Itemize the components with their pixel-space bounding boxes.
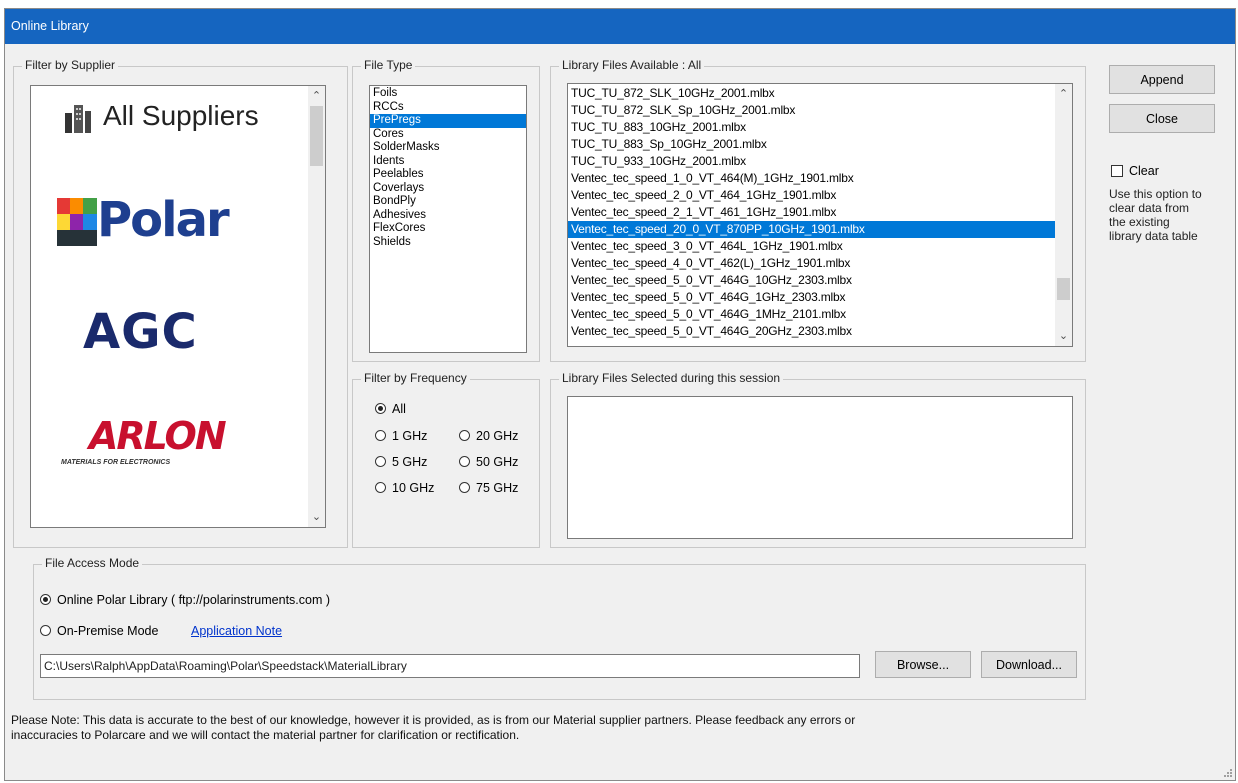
scroll-down-icon[interactable]: ⌄ [1055, 329, 1072, 343]
access-mode-group: File Access Mode Online Polar Library ( … [33, 556, 1086, 700]
supplier-group: Filter by Supplier All Suppliers Polar A… [13, 58, 348, 548]
download-button[interactable]: Download... [981, 651, 1077, 678]
file-type-item[interactable]: Coverlays [370, 182, 526, 196]
radio-icon [459, 430, 470, 441]
freq-option-all[interactable]: All [375, 402, 406, 416]
library-file-item[interactable]: TUC_TU_883_10GHz_2001.mlbx [568, 119, 1055, 136]
radio-icon [375, 430, 386, 441]
note-line: Please Note: This data is accurate to th… [11, 713, 856, 727]
library-path-input[interactable] [40, 654, 860, 678]
library-file-item[interactable]: Ventec_tec_speed_5_0_VT_464G_1MHz_2101.m… [568, 306, 1055, 323]
freq-option-10ghz[interactable]: 10 GHz [375, 481, 434, 495]
library-file-item[interactable]: Ventec_tec_speed_2_0_VT_464_1GHz_1901.ml… [568, 187, 1055, 204]
library-file-item[interactable]: Ventec_tec_speed_4_0_VT_462(L)_1GHz_1901… [568, 255, 1055, 272]
supplier-name: ARLON [89, 414, 227, 458]
clear-checkbox[interactable]: Clear [1111, 164, 1159, 178]
application-note-link[interactable]: Application Note [191, 624, 282, 638]
freq-option-20ghz[interactable]: 20 GHz [459, 429, 518, 443]
supplier-tagline: MATERIALS FOR ELECTRONICS [61, 459, 171, 466]
selected-files-list[interactable] [567, 396, 1073, 539]
library-file-item[interactable]: Ventec_tec_speed_20_0_VT_870PP_10GHz_190… [568, 221, 1055, 238]
file-type-list[interactable]: Foils RCCs PrePregs Cores SolderMasks Id… [369, 85, 527, 353]
append-button[interactable]: Append [1109, 65, 1215, 94]
file-type-item[interactable]: FlexCores [370, 222, 526, 236]
frequency-group: Filter by Frequency All 1 GHz 20 GHz 5 G… [352, 371, 540, 548]
clear-help-line: the existing [1109, 215, 1170, 229]
file-type-item[interactable]: SolderMasks [370, 141, 526, 155]
file-type-item[interactable]: Idents [370, 155, 526, 169]
library-file-item[interactable]: Ventec_tec_speed_1_0_VT_464(M)_1GHz_1901… [568, 170, 1055, 187]
resize-grip-icon[interactable] [1221, 766, 1233, 778]
freq-option-50ghz[interactable]: 50 GHz [459, 455, 518, 469]
file-type-item[interactable]: RCCs [370, 101, 526, 115]
library-file-item[interactable]: TUC_TU_872_SLK_10GHz_2001.mlbx [568, 85, 1055, 102]
supplier-list[interactable]: All Suppliers Polar AGC ARLON MATERIALS … [30, 85, 326, 528]
radio-selected-icon [375, 403, 386, 414]
supplier-item-agc[interactable]: AGC [83, 304, 198, 360]
library-files-scrollbar[interactable]: ⌃ ⌄ [1055, 84, 1072, 346]
window-title: Online Library [11, 19, 89, 33]
clear-help-line: Use this option to [1109, 187, 1202, 201]
freq-option-1ghz[interactable]: 1 GHz [375, 429, 427, 443]
file-type-group: File Type Foils RCCs PrePregs Cores Sold… [352, 58, 540, 362]
supplier-item-polar[interactable]: Polar [57, 192, 257, 249]
online-library-radio[interactable]: Online Polar Library ( ftp://polarinstru… [40, 593, 330, 607]
supplier-item-arlon[interactable]: ARLON MATERIALS FOR ELECTRONICS [59, 414, 259, 474]
freq-option-5ghz[interactable]: 5 GHz [375, 455, 427, 469]
library-file-item[interactable]: TUC_TU_872_SLK_Sp_10GHz_2001.mlbx [568, 102, 1055, 119]
access-mode-legend: File Access Mode [42, 556, 143, 570]
library-file-item[interactable]: Ventec_tec_speed_5_0_VT_464G_20GHz_2303.… [568, 323, 1055, 340]
supplier-legend: Filter by Supplier [22, 58, 119, 72]
library-files-list[interactable]: TUC_TU_872_SLK_10GHz_2001.mlbx TUC_TU_87… [567, 83, 1073, 347]
library-files-group: Library Files Available : All TUC_TU_872… [550, 58, 1086, 362]
disclaimer-note: Please Note: This data is accurate to th… [11, 713, 855, 743]
library-files-items: TUC_TU_872_SLK_10GHz_2001.mlbx TUC_TU_87… [568, 85, 1055, 340]
checkbox-icon [1111, 165, 1123, 177]
browse-button[interactable]: Browse... [875, 651, 971, 678]
library-file-item[interactable]: Ventec_tec_speed_5_0_VT_464G_10GHz_2303.… [568, 272, 1055, 289]
scroll-up-icon[interactable]: ⌃ [1055, 87, 1072, 101]
clear-help-line: clear data from [1109, 201, 1190, 215]
selected-files-group: Library Files Selected during this sessi… [550, 371, 1086, 548]
radio-icon [375, 456, 386, 467]
on-premise-radio[interactable]: On-Premise Mode [40, 624, 158, 638]
supplier-scrollbar[interactable]: ⌃ ⌄ [308, 86, 325, 527]
close-button[interactable]: Close [1109, 104, 1215, 133]
scroll-down-icon[interactable]: ⌄ [308, 510, 325, 524]
selected-files-legend: Library Files Selected during this sessi… [559, 371, 784, 385]
radio-icon [40, 625, 51, 636]
radio-icon [459, 482, 470, 493]
clear-help-line: library data table [1109, 229, 1198, 243]
radio-icon [375, 482, 386, 493]
file-type-item[interactable]: PrePregs [370, 114, 526, 128]
library-file-item[interactable]: Ventec_tec_speed_3_0_VT_464L_1GHz_1901.m… [568, 238, 1055, 255]
library-file-item[interactable]: TUC_TU_933_10GHz_2001.mlbx [568, 153, 1055, 170]
scrollbar-thumb[interactable] [1057, 278, 1070, 300]
library-files-legend: Library Files Available : All [559, 58, 705, 72]
freq-option-75ghz[interactable]: 75 GHz [459, 481, 518, 495]
radio-selected-icon [40, 594, 51, 605]
frequency-legend: Filter by Frequency [361, 371, 470, 385]
buildings-icon [63, 103, 93, 136]
clear-help-text: Use this option to clear data from the e… [1109, 187, 1202, 243]
file-type-item[interactable]: BondPly [370, 195, 526, 209]
scroll-up-icon[interactable]: ⌃ [308, 89, 325, 103]
polar-logo-icon [57, 198, 97, 249]
library-file-item[interactable]: Ventec_tec_speed_2_1_VT_461_1GHz_1901.ml… [568, 204, 1055, 221]
scrollbar-thumb[interactable] [310, 106, 323, 166]
file-type-item[interactable]: Cores [370, 128, 526, 142]
title-bar: Online Library [5, 9, 1235, 44]
library-file-item[interactable]: Ventec_tec_speed_5_0_VT_464G_1GHz_2303.m… [568, 289, 1055, 306]
file-type-item[interactable]: Foils [370, 87, 526, 101]
file-type-item[interactable]: Peelables [370, 168, 526, 182]
supplier-name: All Suppliers [103, 100, 259, 131]
library-file-item[interactable]: TUC_TU_883_Sp_10GHz_2001.mlbx [568, 136, 1055, 153]
note-line: inaccuracies to Polarcare and we will co… [11, 728, 520, 742]
file-type-item[interactable]: Adhesives [370, 209, 526, 223]
supplier-name: Polar [97, 192, 230, 248]
file-type-item[interactable]: Shields [370, 236, 526, 250]
radio-icon [459, 456, 470, 467]
file-type-legend: File Type [361, 58, 416, 72]
online-library-window: Online Library Filter by Supplier All Su… [4, 8, 1236, 781]
